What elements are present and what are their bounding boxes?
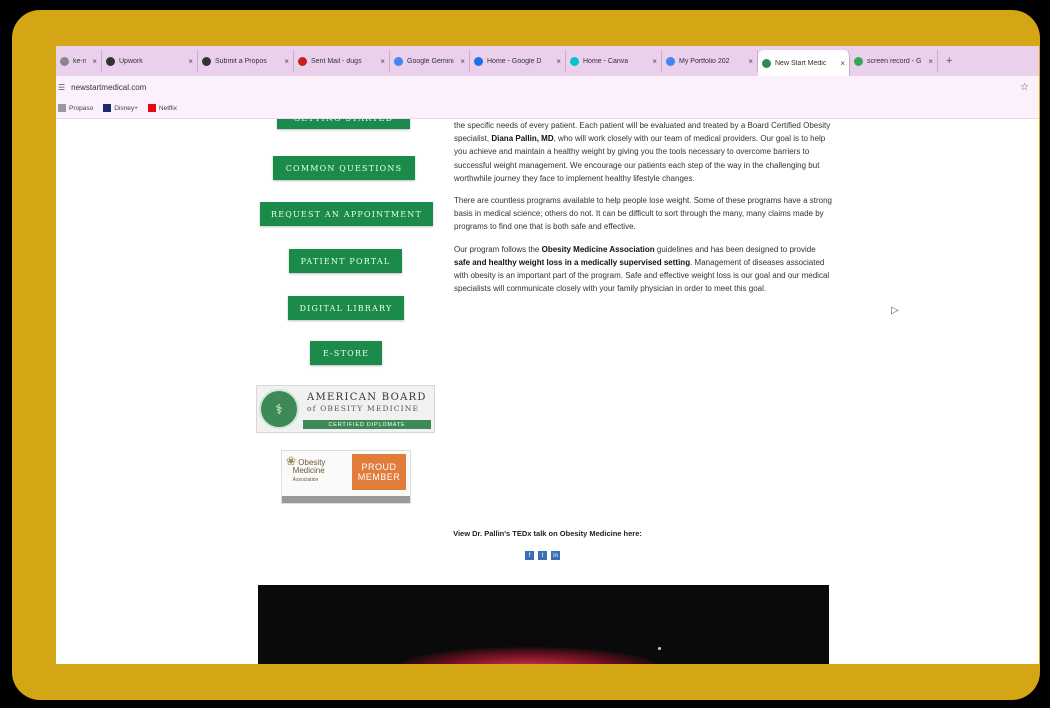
tab-favicon-icon: [106, 56, 115, 66]
video-stage-light: [398, 647, 658, 664]
bookmarks-bar: Propaso Disney+ Netflix: [56, 98, 1039, 119]
tab-favicon-icon: [570, 56, 579, 66]
bookmark-label: Netflix: [158, 104, 177, 112]
tab-close-icon[interactable]: ×: [556, 57, 561, 66]
tab-title: Home - Google D: [487, 57, 542, 65]
tab-title: Google Gemini: [407, 57, 454, 65]
bookmark-label: Disney+: [114, 104, 138, 112]
paragraph-2: There are countless programs available t…: [454, 196, 832, 232]
browser-tab[interactable]: Sent Mail - dugs ×: [294, 50, 390, 72]
tab-close-icon[interactable]: ×: [928, 57, 933, 66]
tab-close-icon[interactable]: ×: [840, 59, 845, 68]
proud-member-label: PROUD MEMBER: [352, 454, 406, 490]
nav-digital-library-button[interactable]: Digital Library: [288, 296, 404, 320]
paragraph-1: the specific needs of every patient. Eac…: [454, 121, 831, 183]
bookmark-favicon-icon: [103, 104, 112, 112]
share-icon[interactable]: in: [551, 551, 560, 560]
share-icon[interactable]: f: [525, 551, 534, 560]
tab-title: My Portfolio 202: [679, 57, 730, 65]
oma-footer-band: [282, 496, 410, 503]
browser-tab[interactable]: My Portfolio 202 ×: [662, 50, 758, 72]
url-text[interactable]: newstartmedical.com: [71, 83, 1020, 92]
nav-patient-portal-button[interactable]: Patient Portal: [289, 249, 402, 273]
tab-close-icon[interactable]: ×: [188, 57, 193, 66]
paragraph-3: Our program follows the Obesity Medicine…: [454, 244, 830, 294]
share-buttons: f t in: [525, 551, 560, 560]
tab-favicon-icon: [474, 56, 483, 66]
tab-close-icon[interactable]: ×: [652, 57, 657, 66]
mouse-cursor-icon: ▷: [891, 305, 899, 316]
abom-seal-icon: ⚕: [259, 389, 299, 429]
tab-title: Sent Mail - dugs: [311, 57, 362, 65]
address-bar[interactable]: ☰ newstartmedical.com ☆: [56, 76, 1039, 99]
oma-proud-member-badge[interactable]: ❀ Obesity Medicine Association PROUD MEM…: [281, 450, 411, 504]
browser-tab[interactable]: New Start Medic ×: [758, 50, 850, 76]
tab-favicon-icon: [394, 56, 403, 66]
tab-favicon-icon: [60, 56, 69, 66]
bookmark-favicon-icon: [147, 104, 156, 112]
share-icon[interactable]: t: [538, 551, 547, 560]
browser-tab[interactable]: Upwork ×: [102, 50, 198, 72]
browser-tab[interactable]: Submit a Propos ×: [198, 50, 294, 72]
bookmark-star-icon[interactable]: ☆: [1020, 82, 1029, 93]
tab-close-icon[interactable]: ×: [460, 57, 465, 66]
nav-common-questions-button[interactable]: Common Questions: [273, 156, 415, 180]
bookmark-item[interactable]: Netflix: [147, 104, 177, 112]
tab-close-icon[interactable]: ×: [92, 57, 97, 66]
tab-close-icon[interactable]: ×: [748, 57, 753, 66]
video-dot: [658, 647, 661, 650]
tab-title: New Start Medic: [775, 59, 827, 67]
tab-favicon-icon: [854, 56, 863, 66]
oma-logo: ❀ Obesity Medicine Association: [286, 454, 326, 483]
browser-window: ke-ni×Upwork×Submit a Propos×Sent Mail -…: [56, 46, 1039, 664]
tab-title: ke-ni: [73, 57, 87, 65]
tab-favicon-icon: [202, 56, 211, 66]
browser-tab[interactable]: Home - Google D ×: [470, 50, 566, 72]
nav-e-store-button[interactable]: E-Store: [310, 341, 382, 365]
tab-title: Home - Canva: [583, 57, 629, 65]
site-info-icon[interactable]: ☰: [58, 83, 65, 92]
new-tab-button[interactable]: +: [938, 55, 960, 67]
tab-favicon-icon: [762, 58, 771, 68]
tab-title: Submit a Propos: [215, 57, 267, 65]
tab-favicon-icon: [298, 56, 307, 66]
nav-getting-started-button[interactable]: Getting Started: [277, 119, 410, 129]
tab-close-icon[interactable]: ×: [380, 57, 385, 66]
tab-favicon-icon: [666, 56, 675, 66]
bookmark-label: Propaso: [69, 104, 94, 112]
tab-strip: ke-ni×Upwork×Submit a Propos×Sent Mail -…: [56, 46, 1039, 76]
nav-request-appointment-button[interactable]: Request an Appointment: [260, 202, 433, 226]
browser-tab[interactable]: Google Gemini ×: [390, 50, 470, 72]
tedx-video-player[interactable]: [258, 585, 829, 664]
browser-tab[interactable]: Home - Canva ×: [566, 50, 662, 72]
web-page: Getting Started Common Questions Request…: [56, 119, 1039, 664]
tab-title: Upwork: [119, 57, 143, 65]
browser-tab[interactable]: ke-ni ×: [56, 50, 102, 72]
bookmark-item[interactable]: Propaso: [58, 104, 93, 112]
tab-close-icon[interactable]: ×: [284, 57, 289, 66]
main-content: the specific needs of every patient. Eac…: [454, 119, 832, 304]
tedx-heading: View Dr. Pallin's TEDx talk on Obesity M…: [453, 529, 642, 538]
bookmark-favicon-icon: [58, 104, 66, 112]
browser-tab[interactable]: screen record - G ×: [850, 50, 938, 72]
tab-title: screen record - G: [867, 57, 922, 65]
bookmark-item[interactable]: Disney+: [103, 104, 138, 112]
abom-certified-badge[interactable]: ⚕ AMERICAN BOARD of OBESITY MEDICINE CER…: [256, 385, 435, 433]
